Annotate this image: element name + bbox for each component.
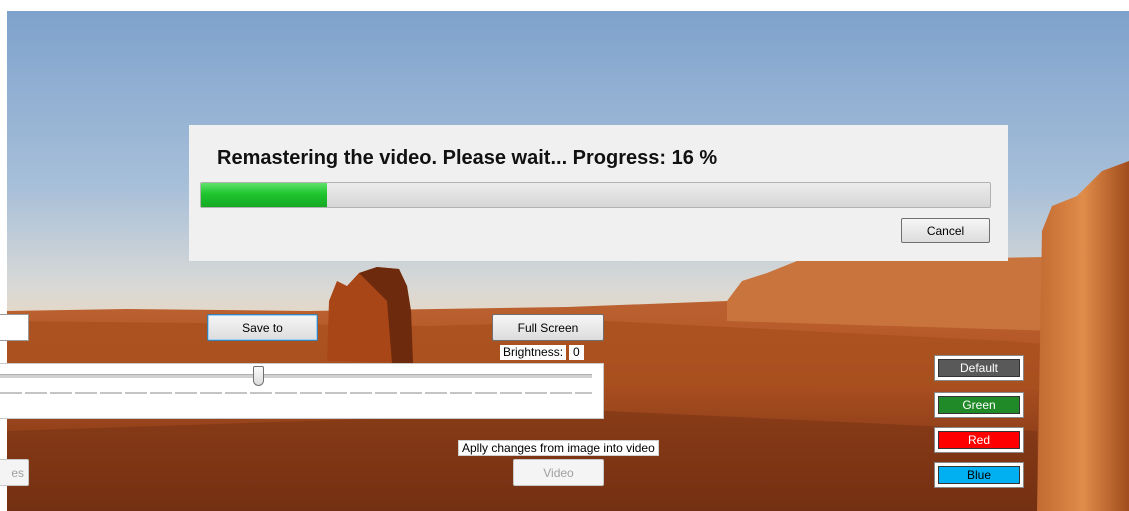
- color-button-blue[interactable]: Blue: [934, 462, 1024, 488]
- progress-bar-fill: [201, 183, 328, 207]
- progress-message: Remastering the video. Please wait... Pr…: [217, 147, 718, 169]
- brightness-value: 0: [569, 345, 584, 360]
- slider-track: [0, 374, 592, 378]
- progress-bar: [200, 182, 991, 208]
- slider-thumb[interactable]: [253, 366, 264, 386]
- color-button-label: Green: [938, 396, 1020, 414]
- color-button-green[interactable]: Green: [934, 392, 1024, 418]
- color-button-label: Blue: [938, 466, 1020, 484]
- left-partial-button[interactable]: es: [0, 459, 29, 486]
- progress-dialog: Remastering the video. Please wait... Pr…: [189, 125, 1008, 261]
- video-button[interactable]: Video: [513, 459, 604, 486]
- color-button-default[interactable]: Default: [934, 355, 1024, 381]
- apply-changes-hint: Aplly changes from image into video: [458, 440, 659, 456]
- color-button-red[interactable]: Red: [934, 427, 1024, 453]
- left-text-field[interactable]: [0, 314, 29, 341]
- slider-ticks: [0, 392, 592, 394]
- brightness-row: Brightness: 0: [500, 345, 584, 360]
- brightness-slider-panel: [0, 363, 604, 419]
- full-screen-button[interactable]: Full Screen: [492, 314, 604, 341]
- color-button-label: Red: [938, 431, 1020, 449]
- color-button-label: Default: [938, 359, 1020, 377]
- save-to-button[interactable]: Save to: [207, 314, 318, 341]
- brightness-label: Brightness:: [500, 345, 567, 360]
- cancel-button[interactable]: Cancel: [901, 218, 990, 243]
